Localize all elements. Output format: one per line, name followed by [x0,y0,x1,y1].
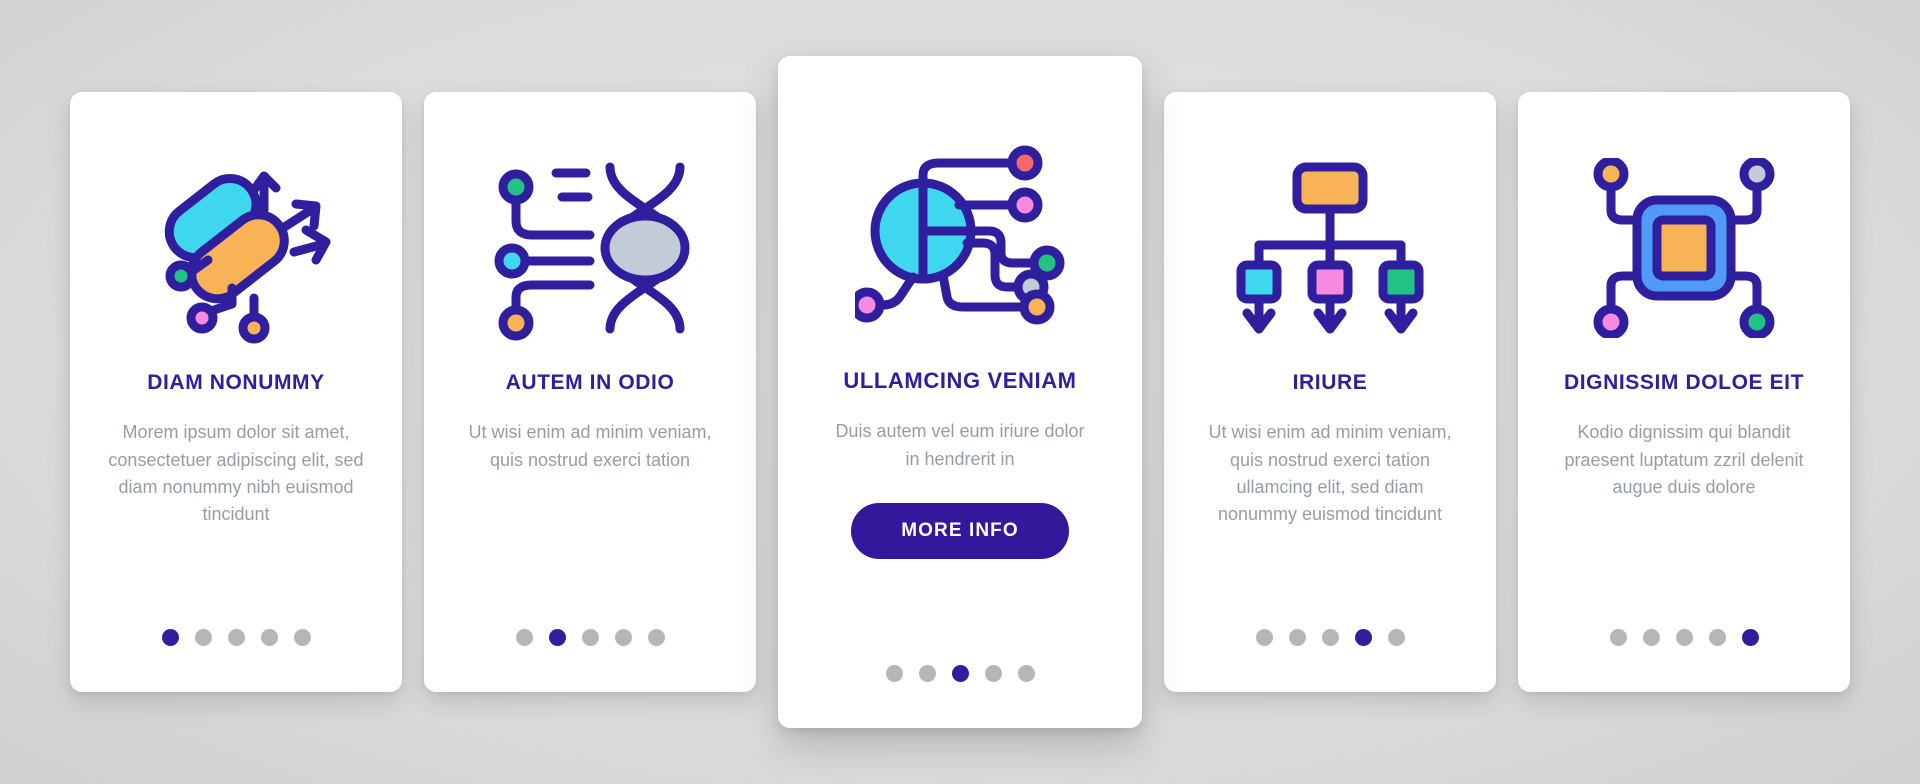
pagination-dot[interactable] [1321,629,1339,646]
card-description: Kodio dignissim qui blandit praesent lup… [1564,422,1804,497]
pagination-dot[interactable] [1017,665,1035,682]
neural-network-arrows-icon [96,126,376,370]
dna-helix-circuit-icon [450,126,730,370]
pagination-dot-active[interactable] [548,629,566,646]
onboarding-card: DIGNISSIM DOLOE EIT Kodio dignissim qui b… [1518,92,1850,692]
pagination-dot[interactable] [1609,629,1627,646]
pagination-dot[interactable] [647,629,665,646]
pagination-dots [778,665,1142,682]
pagination-dot[interactable] [581,629,599,646]
pagination-dot[interactable] [260,629,278,646]
pagination-dot[interactable] [1708,629,1726,646]
pagination-dot[interactable] [1387,629,1405,646]
pagination-dot[interactable] [1288,629,1306,646]
card-title: IRIURE [1292,371,1368,394]
onboarding-card-row: DIAM NONUMMY Morem ipsum dolor sit amet, … [0,0,1920,784]
card-title: AUTEM IN ODIO [505,371,675,394]
onboarding-card: IRIURE Ut wisi enim ad minim veniam, quis… [1164,92,1496,692]
pagination-dot-active[interactable] [951,665,969,682]
pagination-dots [1518,629,1850,646]
onboarding-card: AUTEM IN ODIO Ut wisi enim ad minim venia… [424,92,756,692]
card-description: Ut wisi enim ad minim veniam, quis nostr… [468,422,712,470]
card-title: DIAM NONUMMY [147,371,325,394]
pagination-dots [424,629,756,646]
pagination-dot[interactable] [918,665,936,682]
card-description: Duis autem vel eum iriure dolor in hendr… [835,421,1085,469]
pagination-dot-active[interactable] [1741,629,1759,646]
pagination-dot-active[interactable] [1354,629,1372,646]
network-node-hub-icon [804,100,1116,368]
pagination-dot-active[interactable] [161,629,179,646]
pagination-dot[interactable] [614,629,632,646]
pagination-dot[interactable] [227,629,245,646]
processor-chip-icon [1544,126,1824,370]
pagination-dot[interactable] [515,629,533,646]
pagination-dot[interactable] [1642,629,1660,646]
pagination-dot[interactable] [1255,629,1273,646]
card-title: DIGNISSIM DOLOE EIT [1563,371,1805,394]
card-description: Morem ipsum dolor sit amet, consectetuer… [108,422,364,525]
card-title: ULLAMCING VENIAM [843,368,1077,393]
pagination-dots [1164,629,1496,646]
pagination-dots [70,629,402,646]
onboarding-card: ULLAMCING VENIAM Duis autem vel eum iriur… [778,56,1142,728]
pagination-dot[interactable] [885,665,903,682]
card-description: Ut wisi enim ad minim veniam, quis nostr… [1208,422,1452,525]
pagination-dot[interactable] [1675,629,1693,646]
pagination-dot[interactable] [984,665,1002,682]
pagination-dot[interactable] [194,629,212,646]
more-info-button[interactable]: MORE INFO [851,503,1069,560]
onboarding-card: DIAM NONUMMY Morem ipsum dolor sit amet, … [70,92,402,692]
pagination-dot[interactable] [293,629,311,646]
hierarchy-tree-arrows-icon [1190,126,1470,370]
